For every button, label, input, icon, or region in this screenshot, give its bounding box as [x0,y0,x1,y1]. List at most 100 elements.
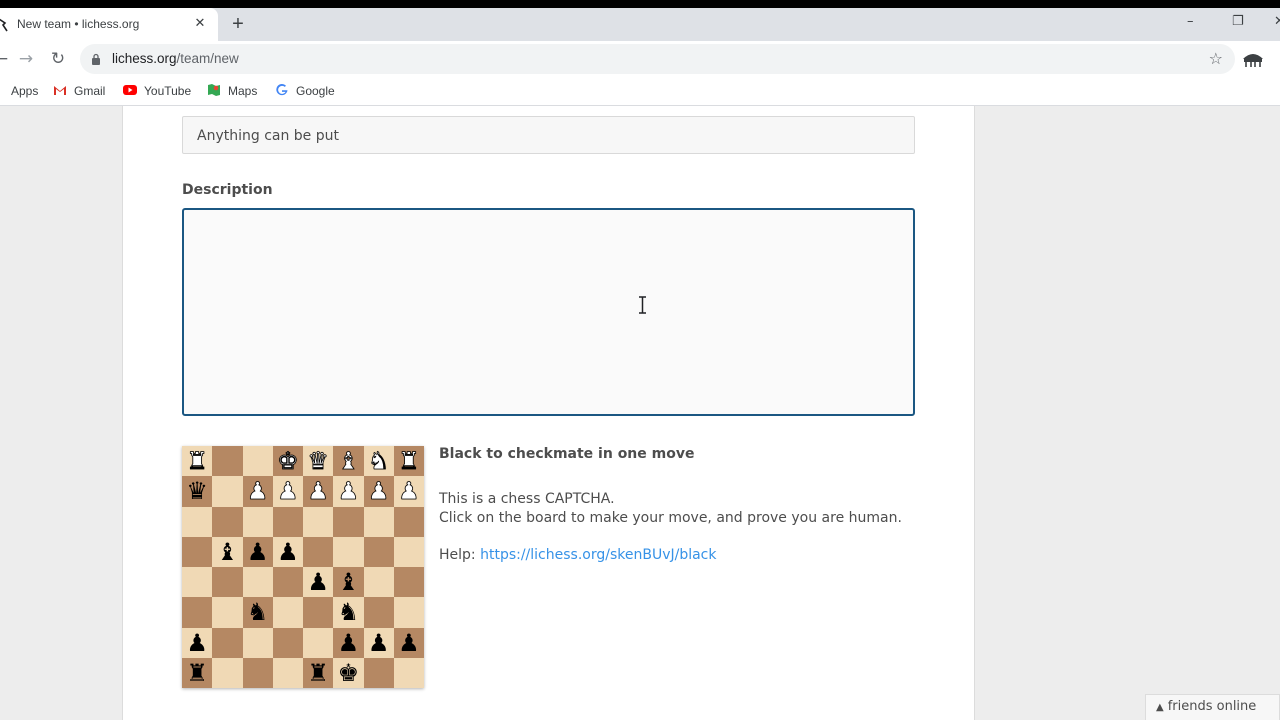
black-king-icon[interactable]: ♚ [338,661,360,685]
square-b7[interactable] [212,476,243,507]
square-h8[interactable]: ♜ [393,446,424,477]
black-pawn-icon[interactable]: ♟ [398,631,420,655]
square-a3[interactable] [182,597,213,628]
square-d7[interactable]: ♟ [272,476,303,507]
forward-arrow-icon[interactable]: → [16,49,36,69]
square-g2[interactable]: ♟ [363,627,394,658]
square-e6[interactable] [303,506,334,537]
black-pawn-icon[interactable]: ♟ [277,540,299,564]
close-tab-icon[interactable]: ✕ [192,16,208,32]
square-c4[interactable] [242,567,273,598]
square-e4[interactable]: ♟ [303,567,334,598]
square-f1[interactable]: ♚ [333,657,364,688]
black-rook-icon[interactable]: ♜ [186,661,208,685]
white-pawn-icon[interactable]: ♟ [398,479,420,504]
square-f5[interactable] [333,536,364,567]
square-g6[interactable] [363,506,394,537]
white-king-icon[interactable]: ♚ [277,449,299,474]
white-pawn-icon[interactable]: ♟ [246,479,268,504]
square-b2[interactable] [212,627,243,658]
square-e5[interactable] [303,536,334,567]
square-a4[interactable] [182,567,213,598]
square-h4[interactable] [393,567,424,598]
square-e8[interactable]: ♛ [303,446,334,477]
square-c7[interactable]: ♟ [242,476,273,507]
square-d6[interactable] [272,506,303,537]
square-c3[interactable]: ♞ [242,597,273,628]
square-b1[interactable] [212,657,243,688]
square-d4[interactable] [272,567,303,598]
square-g3[interactable] [363,597,394,628]
square-g7[interactable]: ♟ [363,476,394,507]
square-b4[interactable] [212,567,243,598]
white-rook-icon[interactable]: ♜ [398,449,420,474]
square-e2[interactable] [303,627,334,658]
black-bishop-icon[interactable]: ♝ [338,570,360,594]
square-f4[interactable]: ♝ [333,567,364,598]
close-window-button[interactable]: ✕ [1274,14,1280,30]
friends-online-bar[interactable]: ▲ friends online [1145,694,1280,720]
square-h7[interactable]: ♟ [393,476,424,507]
square-h1[interactable] [393,657,424,688]
white-pawn-icon[interactable]: ♟ [277,479,299,504]
square-b6[interactable] [212,506,243,537]
square-g5[interactable] [363,536,394,567]
square-b8[interactable] [212,446,243,477]
white-queen-icon[interactable]: ♛ [307,449,329,474]
black-knight-icon[interactable]: ♞ [338,600,360,624]
captcha-help-link[interactable]: https://lichess.org/skenBUvJ/black [480,547,716,563]
square-a6[interactable] [182,506,213,537]
black-queen-icon[interactable]: ♛ [186,479,208,503]
square-f8[interactable]: ♝ [333,446,364,477]
square-c6[interactable] [242,506,273,537]
square-e7[interactable]: ♟ [303,476,334,507]
square-f3[interactable]: ♞ [333,597,364,628]
white-pawn-icon[interactable]: ♟ [337,479,359,504]
square-g1[interactable] [363,657,394,688]
description-textarea[interactable] [182,208,915,416]
square-c5[interactable]: ♟ [242,536,273,567]
restore-button[interactable]: ❐ [1232,14,1244,30]
white-knight-icon[interactable]: ♞ [367,449,389,474]
square-e3[interactable] [303,597,334,628]
white-rook-icon[interactable]: ♜ [186,449,208,474]
bookmark-star-icon[interactable]: ☆ [1209,50,1223,68]
team-name-input[interactable]: Anything can be put [182,116,915,154]
square-f7[interactable]: ♟ [333,476,364,507]
square-f2[interactable]: ♟ [333,627,364,658]
square-g4[interactable] [363,567,394,598]
bookmark-gmail[interactable]: Gmail [53,82,105,100]
square-h2[interactable]: ♟ [393,627,424,658]
black-pawn-icon[interactable]: ♟ [307,570,329,594]
black-pawn-icon[interactable]: ♟ [338,631,360,655]
square-f6[interactable] [333,506,364,537]
square-d3[interactable] [272,597,303,628]
black-knight-icon[interactable]: ♞ [247,600,269,624]
black-bishop-icon[interactable]: ♝ [217,540,239,564]
captcha-chessboard[interactable]: ♜ ♚ ♛ ♝ ♞ ♜ ♛ ♟ ♟ ♟ ♟ ♟ ♟ ♝ ♟ ♟ ♟ ♝ ♞ ♞ ♟ ♟ ♟ ♟ ♜ ♜ ♚ [182,446,424,688]
square-b5[interactable]: ♝ [212,536,243,567]
square-a1[interactable]: ♜ [182,657,213,688]
back-arrow-icon[interactable]: ← [0,49,11,69]
square-g8[interactable]: ♞ [363,446,394,477]
square-c1[interactable] [242,657,273,688]
bookmark-youtube[interactable]: YouTube [123,82,191,100]
square-a2[interactable]: ♟ [182,627,213,658]
white-bishop-icon[interactable]: ♝ [337,449,359,474]
extension-icon[interactable] [1241,49,1265,69]
square-d8[interactable]: ♚ [272,446,303,477]
reload-icon[interactable]: ↻ [48,49,68,69]
square-h5[interactable] [393,536,424,567]
square-d5[interactable]: ♟ [272,536,303,567]
bookmark-maps[interactable]: Maps [207,82,257,100]
square-a5[interactable] [182,536,213,567]
square-e1[interactable]: ♜ [303,657,334,688]
black-pawn-icon[interactable]: ♟ [247,540,269,564]
address-bar[interactable]: lichess.org/team/new ☆ [80,44,1235,74]
square-b3[interactable] [212,597,243,628]
square-h3[interactable] [393,597,424,628]
bookmark-google[interactable]: Google [275,82,335,100]
square-h6[interactable] [393,506,424,537]
square-d2[interactable] [272,627,303,658]
black-pawn-icon[interactable]: ♟ [186,631,208,655]
